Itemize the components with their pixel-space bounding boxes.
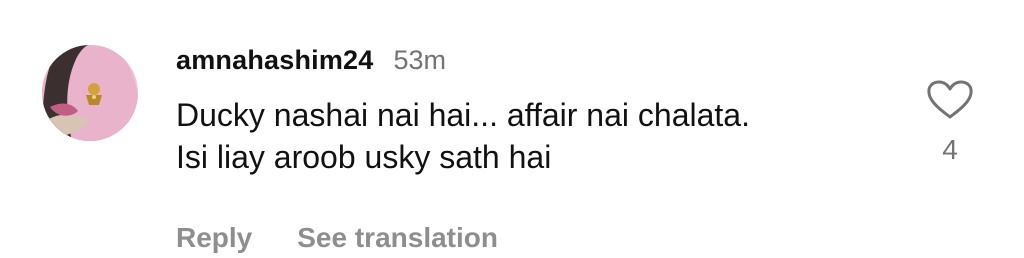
username[interactable]: amnahashim24 (176, 45, 374, 76)
avatar-photo (42, 45, 138, 141)
heart-outline-icon (927, 80, 973, 119)
comment-text: Ducky nashai nai hai... affair nai chala… (176, 94, 896, 178)
avatar[interactable] (42, 45, 138, 141)
comment: amnahashim24 53m Ducky nashai nai hai...… (0, 0, 1024, 253)
comment-text-line: Isi liay aroob usky sath hai (176, 139, 552, 175)
comment-header: amnahashim24 53m (176, 40, 446, 80)
reply-button[interactable]: Reply (176, 222, 252, 254)
like-count: 4 (942, 134, 958, 165)
comment-text-line: Ducky nashai nai hai... affair nai chala… (176, 97, 750, 133)
see-translation-button[interactable]: See translation (297, 222, 498, 254)
comment-actions: Reply See translation (176, 218, 498, 258)
timestamp: 53m (393, 44, 447, 75)
like-button[interactable] (926, 80, 974, 120)
